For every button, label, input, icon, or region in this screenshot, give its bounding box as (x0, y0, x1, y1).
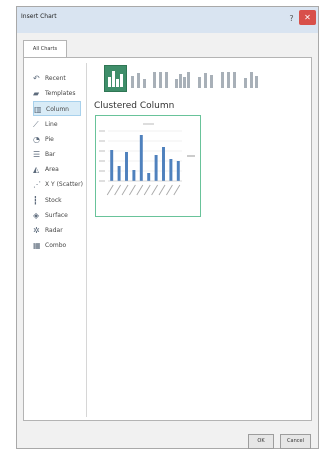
x-tick-label (121, 184, 129, 196)
thumbnail-bar (120, 74, 123, 87)
x-tick-label (173, 184, 181, 196)
thumbnail-bar (182, 77, 186, 88)
thumbnail-bar (198, 77, 201, 88)
pie-chart-icon: ◔ (33, 134, 40, 144)
x-tick-label (136, 184, 144, 196)
category-label: Surface (45, 211, 68, 219)
chart-preview[interactable] (95, 115, 201, 217)
thumbnail-bar (226, 72, 230, 88)
thumbnail-bar (142, 79, 146, 88)
category-pie[interactable]: ◔ Pie (33, 132, 81, 147)
3d-column-icon[interactable] (239, 65, 262, 92)
clustered-column-icon[interactable] (104, 65, 127, 92)
category-column[interactable]: ▥ Column (33, 101, 81, 117)
thumbnail-bar (232, 72, 236, 88)
category-area[interactable]: ◭ Area (33, 162, 81, 177)
100-stacked-column-icon[interactable] (149, 65, 172, 92)
category-radar[interactable]: ✲ Radar (33, 223, 81, 238)
thumbnail-bar (174, 79, 178, 88)
thumbnail-bar (255, 76, 258, 88)
category-x-y-scatter[interactable]: ⋰ X Y (Scatter) (33, 177, 83, 192)
category-label: Stock (45, 196, 62, 204)
tab-all-charts[interactable]: All Charts (23, 40, 67, 58)
category-templates[interactable]: ▰ Templates (33, 86, 81, 101)
bar-chart-icon: ☰ (33, 150, 41, 159)
thumbnail-bar (204, 73, 207, 88)
surface-chart-icon: ◈ (33, 210, 40, 220)
category-label: Recent (45, 75, 66, 82)
column-chart-icon: ▥ (34, 105, 42, 115)
line-chart-icon: ⟋ (33, 119, 39, 129)
thumbnail-bar (136, 73, 140, 88)
category-label: Column (46, 106, 69, 114)
title-bar: Insert Chart ? ✕ (17, 7, 318, 33)
thumbnail-bar (250, 72, 253, 88)
preview-bar (169, 159, 173, 181)
subtype-title: Clustered Column (94, 101, 175, 111)
category-label: Area (45, 166, 59, 174)
category-label: Combo (45, 242, 67, 250)
category-label: Bar (45, 151, 56, 158)
stock-chart-icon: ┇ (33, 195, 38, 205)
preview-bar (162, 147, 165, 181)
thumbnail-bar (116, 79, 119, 87)
thumbnail-bar (112, 71, 115, 87)
category-label: Radar (45, 227, 63, 234)
combo-chart-icon: ▦ (33, 241, 41, 251)
radar-chart-icon: ✲ (33, 226, 40, 235)
preview-bar (117, 166, 121, 181)
thumbnail-bar (130, 76, 134, 88)
category-label: Line (45, 120, 58, 128)
thumbnail-bar (220, 72, 224, 88)
category-combo[interactable]: ▦ Combo (33, 238, 81, 253)
preview-bar (139, 135, 143, 181)
category-label: Templates (45, 90, 76, 98)
cancel-button[interactable]: Cancel (280, 434, 311, 449)
x-tick-label (151, 184, 159, 196)
x-tick-label (114, 184, 122, 196)
x-tick-label (106, 184, 114, 196)
x-tick-label (166, 184, 173, 196)
category-bar[interactable]: ☰ Bar (33, 147, 81, 162)
thumbnail-bar (244, 78, 247, 88)
thumbnail-bar (210, 75, 213, 88)
category-stock[interactable]: ┇ Stock (33, 193, 81, 208)
thumbnail-bar (178, 74, 182, 88)
stacked-column-icon[interactable] (127, 65, 150, 92)
divider (86, 63, 87, 417)
ok-button[interactable]: OK (248, 434, 274, 449)
category-recent[interactable]: ↶ Recent (33, 71, 81, 86)
preview-bar (125, 152, 128, 181)
preview-bar (176, 161, 180, 181)
3d-stacked-column-icon[interactable] (194, 65, 217, 92)
preview-chart (99, 123, 195, 196)
dialog-title: Insert Chart (21, 13, 57, 20)
3d-clustered-column-icon[interactable] (172, 65, 195, 92)
help-icon[interactable]: ? (285, 12, 298, 25)
thumbnail-bar (153, 72, 156, 88)
x-tick-label (143, 184, 151, 196)
x-tick-label (129, 184, 136, 196)
thumbnail-bar (165, 72, 168, 88)
chart-panel: ↶ Recent ▰ Templates ▥ Column ⟋ Line ◔ Pie ☰ Bar ◭ Ar… (23, 57, 312, 421)
x-tick-label (158, 184, 166, 196)
category-surface[interactable]: ◈ Surface (33, 208, 81, 223)
preview-bar (110, 150, 114, 181)
thumbnail-bar (108, 77, 111, 87)
insert-chart-dialog: Insert Chart ? ✕ All Charts ↶ Recent ▰ Temp… (16, 6, 319, 449)
thumbnail-bar (159, 72, 162, 88)
area-chart-icon: ◭ (33, 165, 40, 175)
category-label: X Y (Scatter) (45, 181, 83, 189)
preview-bar (132, 170, 136, 181)
category-label: Pie (45, 135, 54, 143)
thumbnail-bar (186, 72, 190, 88)
scatter-chart-icon: ⋰ (33, 180, 41, 190)
preview-bar (147, 173, 151, 181)
recent-icon: ↶ (33, 74, 40, 83)
category-line[interactable]: ⟋ Line (33, 117, 81, 132)
templates-icon: ▰ (33, 89, 40, 99)
close-button[interactable]: ✕ (299, 10, 316, 25)
3d-100-stacked-column-icon[interactable] (217, 65, 240, 92)
preview-bar (154, 155, 158, 181)
